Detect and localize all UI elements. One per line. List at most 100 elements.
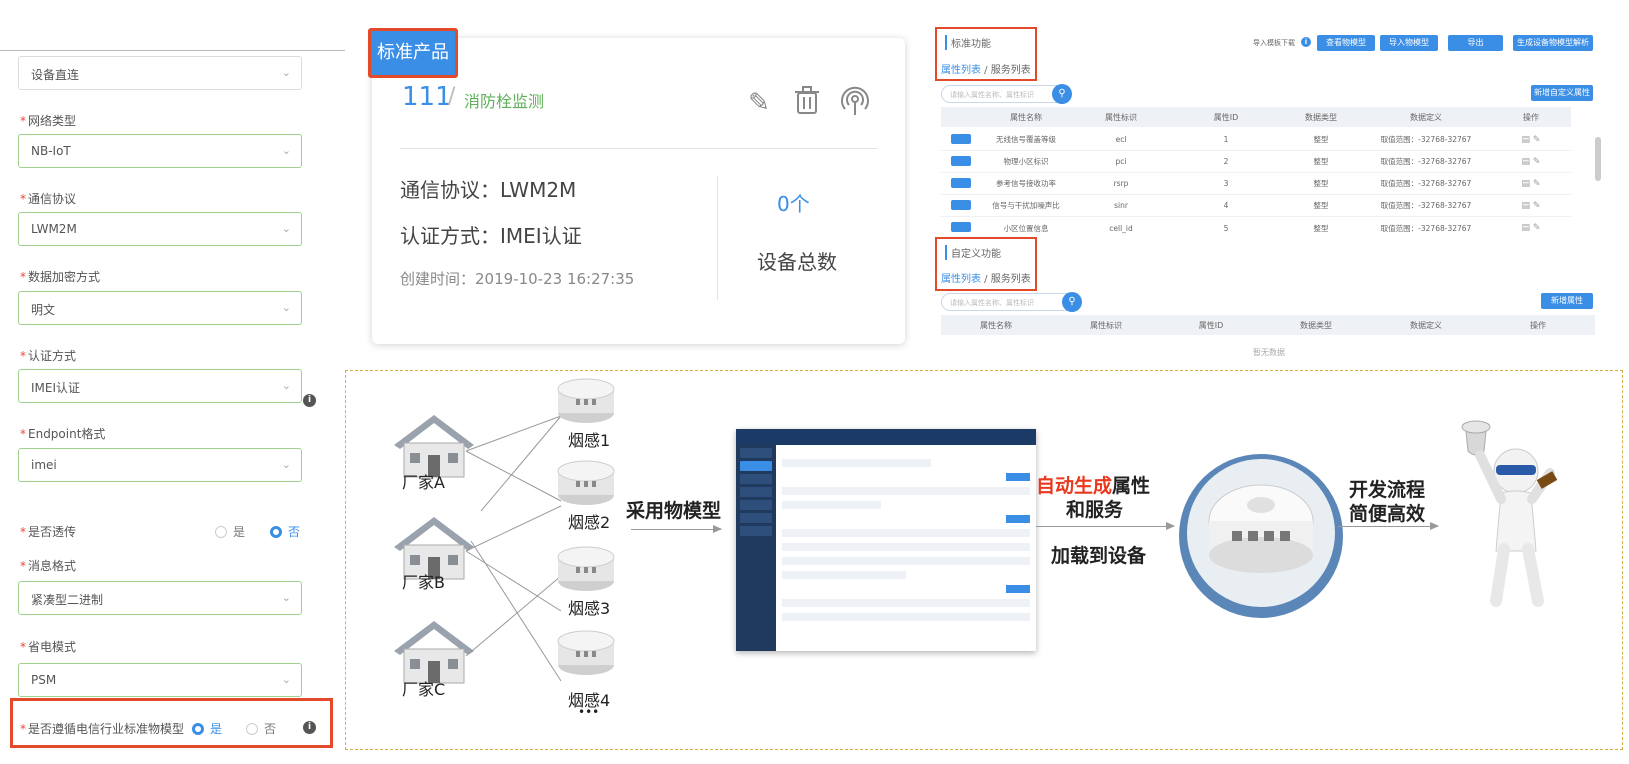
column-header: 属性ID — [1213, 112, 1239, 122]
cell: 4 — [1223, 201, 1229, 210]
cell: 1 — [1223, 135, 1229, 144]
protocol-label: * 通信协议 — [20, 192, 77, 206]
chevron-down-icon: ⌄ — [281, 222, 291, 235]
status-badge — [951, 222, 971, 232]
divider — [0, 50, 345, 51]
column-header: 数据类型 — [1305, 112, 1337, 122]
chevron-down-icon: ⌄ — [281, 673, 291, 686]
device-count-label: 设备总数 — [757, 250, 837, 274]
info-icon[interactable]: i — [1301, 37, 1311, 47]
info-icon[interactable]: i — [303, 394, 316, 407]
msgformat-value: 紧凑型二进制 — [31, 593, 104, 607]
import-model-button[interactable]: 导入物模型 — [1380, 35, 1438, 51]
edit-icon[interactable]: ✎ — [1533, 179, 1541, 189]
cell: 取值范围：-32768-32767 — [1380, 223, 1472, 233]
edit-icon[interactable]: ✎ — [1533, 201, 1541, 211]
encryption-select[interactable]: 明文 ⌄ — [18, 291, 302, 325]
network-select[interactable]: NB-IoT ⌄ — [18, 134, 302, 168]
chevron-down-icon: ⌄ — [281, 458, 291, 471]
smoke-label: 烟感3 — [568, 599, 611, 618]
trash-icon[interactable] — [790, 86, 824, 120]
smoke-label: 烟感1 — [568, 431, 611, 450]
view-model-button[interactable]: 查看物模型 — [1317, 35, 1375, 51]
cell: 无线信号覆盖等级 — [996, 135, 1056, 144]
passthrough-no-radio[interactable]: 否 — [270, 523, 300, 540]
divider — [400, 148, 878, 149]
generate-parse-button[interactable]: 生成设备物模型解析 — [1513, 35, 1593, 51]
broadcast-icon[interactable] — [838, 86, 872, 120]
divider — [717, 176, 718, 300]
protocol-select[interactable]: LWM2M ⌄ — [18, 212, 302, 246]
info-icon[interactable]: i — [303, 721, 316, 734]
endpoint-select[interactable]: imei ⌄ — [18, 448, 302, 482]
passthrough-label: * 是否透传 — [20, 525, 77, 539]
power-select[interactable]: PSM ⌄ — [18, 663, 302, 697]
load-to-device-text: 加载到设备 — [1051, 545, 1147, 567]
chevron-down-icon: ⌄ — [281, 379, 291, 392]
edit-icon[interactable]: ✎ — [1533, 157, 1541, 167]
chevron-down-icon: ⌄ — [281, 591, 291, 604]
efficient-text: 简便高效 — [1349, 503, 1426, 525]
edit-icon[interactable]: ✎ — [1533, 135, 1541, 145]
view-icon[interactable]: ▤ — [1522, 223, 1531, 233]
view-icon[interactable]: ▤ — [1522, 179, 1531, 189]
scrollbar[interactable] — [1595, 137, 1601, 181]
cell: 参考信号接收功率 — [996, 179, 1056, 188]
standard-yes-radio[interactable]: 是 — [192, 720, 222, 737]
column-header: 属性名称 — [1010, 112, 1042, 122]
search-icon[interactable]: ⚲ — [1062, 292, 1082, 312]
table-row[interactable]: 小区位置信息 cell_id 5 整型 取值范围：-32768-32767 ▤ … — [941, 217, 1571, 239]
mini-content — [782, 453, 1030, 643]
smoke-detector-icon — [557, 378, 615, 423]
mini-header — [736, 429, 1036, 445]
standard-model-label: * 是否遵循电信行业标准物模型 — [20, 722, 185, 736]
tab-attributes[interactable]: 属性列表 — [941, 274, 981, 285]
tab-attributes[interactable]: 属性列表 — [941, 65, 981, 76]
table-row[interactable]: 参考信号接收功率 rsrp 3 整型 取值范围：-32768-32767 ▤ ✎ — [941, 173, 1571, 195]
view-icon[interactable]: ▤ — [1522, 201, 1531, 211]
endpoint-label: * Endpoint格式 — [20, 427, 106, 441]
standard-function-title: 标准功能 — [945, 35, 991, 50]
cell: 5 — [1223, 223, 1229, 233]
cell: 整型 — [1313, 157, 1329, 166]
connection-select[interactable]: 设备直连 ⌄ — [18, 56, 302, 90]
house-label: 厂家B — [402, 573, 445, 592]
add-attribute-button[interactable]: 新增属性 — [1541, 293, 1593, 309]
tab-services[interactable]: 服务列表 — [991, 274, 1031, 285]
table-row[interactable]: 无线信号覆盖等级 ecl 1 整型 取值范围：-32768-32767 ▤ ✎ — [941, 129, 1571, 151]
tab-separator: / — [981, 65, 991, 76]
cell: 整型 — [1313, 223, 1329, 233]
standard-no-radio[interactable]: 否 — [246, 720, 276, 737]
cell: 信号与干扰加噪声比 — [992, 201, 1060, 210]
view-icon[interactable]: ▤ — [1522, 135, 1531, 145]
export-button[interactable]: 导出 — [1448, 35, 1503, 51]
tab-services[interactable]: 服务列表 — [991, 65, 1031, 76]
attribute-search-input[interactable]: 请输入属性名称、属性标识 ⚲ — [941, 84, 1072, 104]
search-icon[interactable]: ⚲ — [1052, 84, 1072, 104]
smoke-label: 烟感2 — [568, 513, 611, 532]
view-icon[interactable]: ▤ — [1522, 157, 1531, 167]
cell: 整型 — [1313, 179, 1329, 188]
network-label: * 网络类型 — [20, 114, 77, 128]
device-count: 0个 — [777, 192, 810, 216]
edit-icon[interactable]: ✎ — [1533, 223, 1541, 233]
edit-icon[interactable]: ✎ — [742, 86, 776, 120]
passthrough-yes-radio[interactable]: 是 — [215, 523, 245, 540]
msgformat-select[interactable]: 紧凑型二进制 ⌄ — [18, 581, 302, 615]
status-badge — [951, 199, 971, 210]
add-custom-attribute-button[interactable]: 新增自定义属性 — [1531, 85, 1593, 101]
table-row[interactable]: 物理小区标识 pci 2 整型 取值范围：-32768-32767 ▤ ✎ — [941, 151, 1571, 173]
status-badge — [951, 177, 971, 188]
power-value: PSM — [31, 673, 57, 687]
cell: 3 — [1223, 179, 1229, 188]
cell: sinr — [1114, 201, 1128, 210]
auth-select[interactable]: IMEI认证 ⌄ — [18, 369, 302, 403]
custom-search-input[interactable]: 请输入属性名称、属性标识 ⚲ — [941, 292, 1082, 312]
auto-generate-text: 自动生成属性 — [1036, 475, 1151, 497]
table-row[interactable]: 信号与干扰加噪声比 sinr 4 整型 取值范围：-32768-32767 ▤ … — [941, 195, 1571, 217]
import-template-label[interactable]: 导入模板下载 — [1253, 38, 1295, 48]
workflow-diagram: 厂家A 厂家B 厂家C 烟感1 烟感2 烟感3 烟感4 ••• 采用物模型 自动… — [345, 370, 1623, 750]
search-placeholder: 请输入属性名称、属性标识 — [950, 91, 1034, 99]
auth-text: 认证方式：IMEI认证 — [400, 224, 582, 248]
status-badge — [951, 155, 971, 166]
